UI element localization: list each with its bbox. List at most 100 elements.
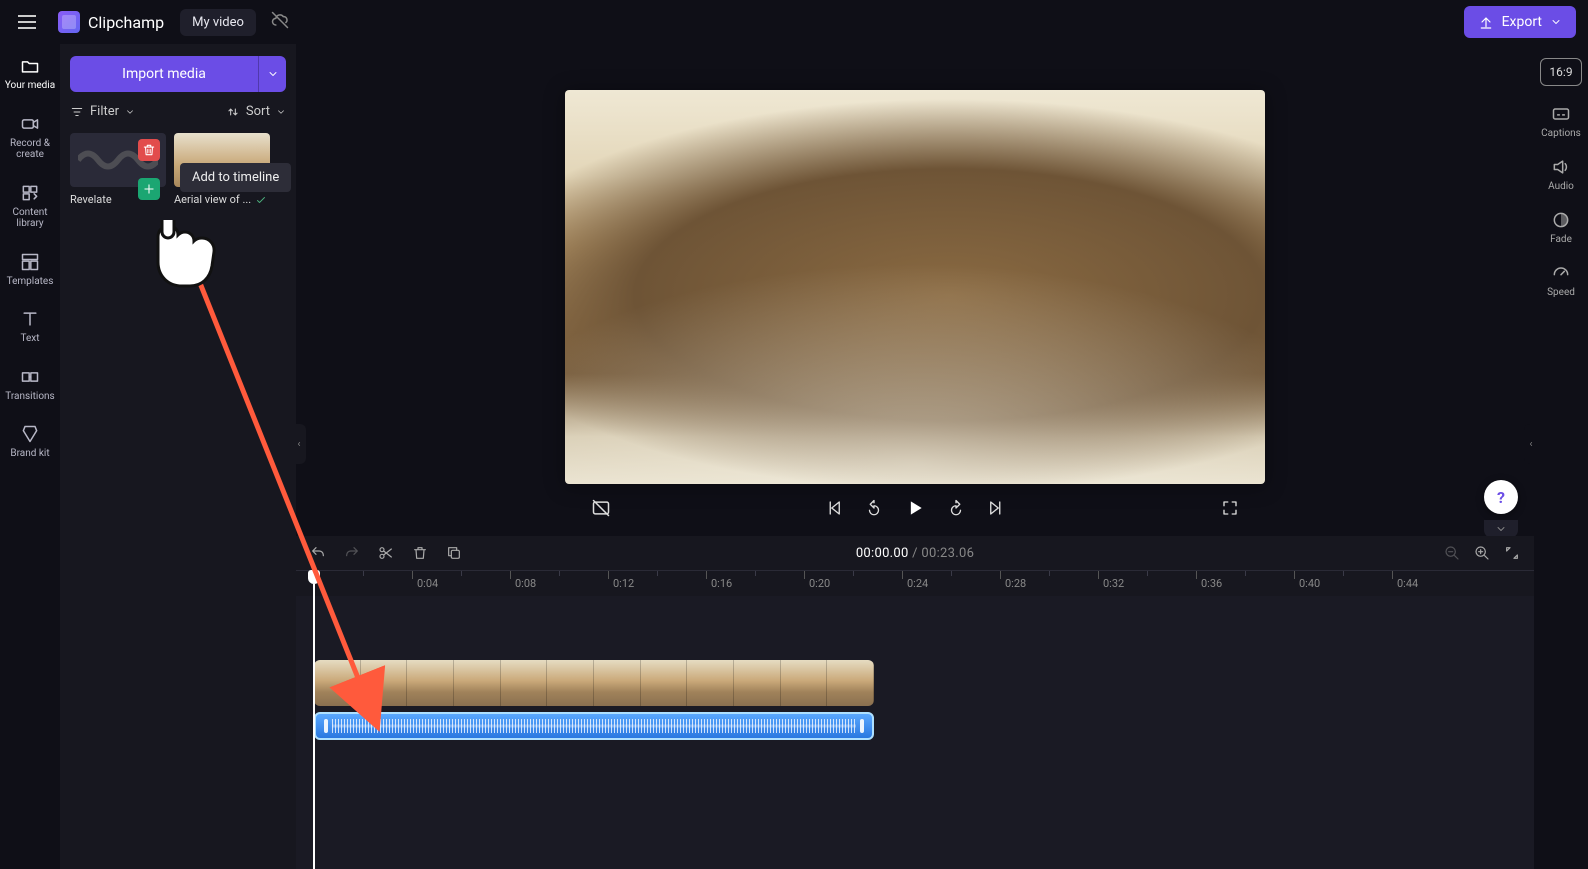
timecode: 00:00.00 / 00:23.06 [856, 546, 974, 561]
copy-icon [446, 545, 462, 561]
rail-speed[interactable]: Speed [1547, 263, 1575, 298]
rail-transitions[interactable]: Transitions [0, 363, 60, 407]
plus-icon [142, 182, 156, 196]
logo-icon [58, 11, 80, 33]
fit-button[interactable] [1504, 545, 1520, 561]
media-grid: Revelate Add to timeline Aerial view of … [70, 133, 286, 206]
scissors-icon [378, 545, 394, 561]
rail-your-media[interactable]: Your media [0, 52, 60, 96]
undo-button[interactable] [310, 545, 326, 561]
chevron-down-icon [1550, 16, 1562, 28]
undo-icon [310, 545, 326, 561]
step-forward-button[interactable] [947, 499, 965, 517]
chevron-down-icon [125, 107, 135, 117]
media-item-name: Aerial view of ... [174, 193, 270, 206]
preview-off-button[interactable] [591, 498, 611, 518]
templates-icon [20, 252, 40, 272]
timeline-tracks[interactable] [296, 596, 1534, 869]
import-media-dropdown[interactable] [258, 56, 286, 92]
zoom-in-icon [1474, 545, 1490, 561]
fit-icon [1504, 545, 1520, 561]
filter-icon [70, 105, 84, 119]
audio-clip[interactable] [314, 712, 874, 740]
rail-templates[interactable]: Templates [0, 248, 60, 292]
rail-audio[interactable]: Audio [1548, 157, 1574, 192]
zoom-out-icon [1444, 545, 1460, 561]
video-preview[interactable] [565, 90, 1265, 484]
chevron-down-icon [276, 107, 286, 117]
skip-back-icon [825, 499, 843, 517]
split-button[interactable] [378, 545, 394, 561]
import-media-main[interactable]: Import media [70, 56, 258, 92]
redo-icon [344, 545, 360, 561]
duplicate-button[interactable] [446, 545, 462, 561]
upload-icon [1478, 14, 1494, 30]
fullscreen-icon [1221, 499, 1239, 517]
folder-icon [20, 56, 40, 76]
play-button[interactable] [905, 498, 925, 518]
delete-media-button[interactable] [138, 139, 160, 161]
add-to-timeline-tooltip: Add to timeline [180, 163, 291, 192]
player-controls [565, 498, 1265, 518]
rail-text[interactable]: Text [0, 305, 60, 349]
text-icon [20, 309, 40, 329]
rail-content-library[interactable]: Content library [0, 179, 60, 234]
aspect-ratio-button[interactable]: 16:9 [1540, 58, 1581, 86]
camera-icon [20, 114, 40, 134]
waveform [332, 719, 856, 733]
timeline-toolbar: 00:00.00 / 00:23.06 [296, 536, 1534, 570]
redo-button[interactable] [344, 545, 360, 561]
menu-button[interactable] [12, 7, 42, 37]
image-off-icon [591, 498, 611, 518]
cloud-off-icon[interactable] [270, 10, 290, 34]
zoom-out-button[interactable] [1444, 545, 1460, 561]
chevron-down-icon [1495, 523, 1507, 535]
rail-fade[interactable]: Fade [1550, 210, 1572, 245]
sort-button[interactable]: Sort [226, 104, 286, 119]
brandkit-icon [20, 424, 40, 444]
trash-icon [412, 545, 428, 561]
rail-brand-kit[interactable]: Brand kit [0, 420, 60, 464]
skip-forward-button[interactable] [987, 499, 1005, 517]
import-media-button[interactable]: Import media [70, 56, 286, 92]
left-rail: Your media Record & create Content libra… [0, 44, 60, 869]
clip-handle-right[interactable] [860, 719, 864, 733]
speaker-icon [1551, 157, 1571, 177]
speed-icon [1551, 263, 1571, 283]
export-label: Export [1502, 14, 1542, 30]
stage [296, 44, 1534, 536]
forward-icon [947, 499, 965, 517]
video-clip[interactable] [314, 660, 874, 706]
skip-forward-icon [987, 499, 1005, 517]
zoom-in-button[interactable] [1474, 545, 1490, 561]
captions-icon [1551, 104, 1571, 124]
delete-button[interactable] [412, 545, 428, 561]
top-bar: Clipchamp My video Export [0, 0, 1588, 44]
app-logo[interactable]: Clipchamp [58, 11, 164, 33]
clip-handle-left[interactable] [324, 719, 328, 733]
rewind-icon [865, 499, 883, 517]
media-item-audio[interactable]: Revelate [70, 133, 166, 206]
timeline: 00:00.00 / 00:23.06 0:040:080:120:160:20… [296, 536, 1534, 869]
export-button[interactable]: Export [1464, 6, 1576, 38]
timeline-ruler[interactable]: 0:040:080:120:160:200:240:280:320:360:40… [296, 570, 1534, 596]
media-pane: Import media Filter Sort Revel [60, 44, 296, 869]
rail-record-create[interactable]: Record & create [0, 110, 60, 165]
app-name: Clipchamp [88, 13, 164, 32]
fade-icon [1551, 210, 1571, 230]
help-button[interactable]: ? [1484, 480, 1518, 514]
chevron-down-icon [267, 68, 279, 80]
library-icon [20, 183, 40, 203]
filter-button[interactable]: Filter [70, 104, 135, 119]
project-title[interactable]: My video [180, 9, 256, 36]
skip-back-button[interactable] [825, 499, 843, 517]
fullscreen-button[interactable] [1221, 499, 1239, 517]
trash-icon [142, 143, 156, 157]
sort-icon [226, 105, 240, 119]
transitions-icon [20, 367, 40, 387]
rail-captions[interactable]: Captions [1541, 104, 1581, 139]
add-to-timeline-button[interactable] [138, 178, 160, 200]
step-back-button[interactable] [865, 499, 883, 517]
check-icon [255, 194, 267, 206]
play-icon [905, 498, 925, 518]
